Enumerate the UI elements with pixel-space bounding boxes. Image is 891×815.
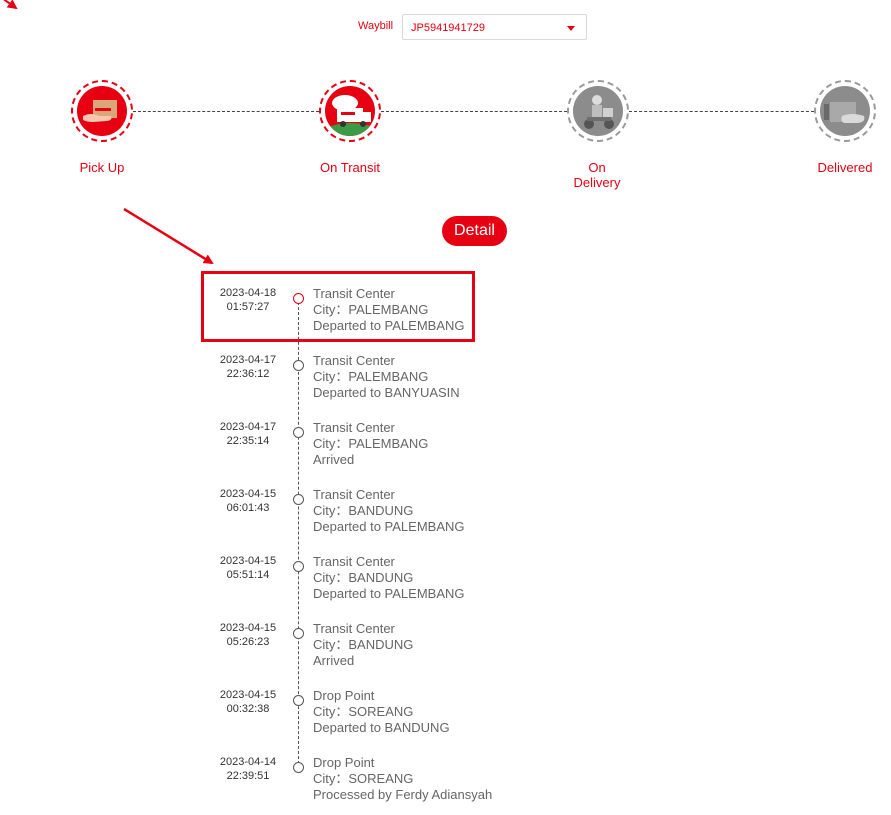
step-pickup bbox=[71, 80, 133, 142]
timeline-dot bbox=[293, 494, 304, 505]
event-status: Departed to BANYUASIN bbox=[313, 385, 460, 400]
event-details: Transit Center City：BANDUNG Departed to … bbox=[313, 554, 465, 602]
event-datetime: 2023-04-15 05:26:23 bbox=[219, 622, 277, 648]
event-city: City：BANDUNG bbox=[313, 503, 414, 518]
event-type: Transit Center bbox=[313, 286, 395, 301]
event-datetime: 2023-04-18 01:57:27 bbox=[219, 287, 277, 313]
event-status: Departed to BANDUNG bbox=[313, 720, 450, 735]
waybill-label: Waybill bbox=[358, 20, 394, 32]
timeline-event: 2023-04-15 05:51:14 Transit Center City：… bbox=[0, 554, 891, 614]
waybill-value: JP5941941729 bbox=[411, 22, 486, 34]
event-datetime: 2023-04-17 22:35:14 bbox=[219, 421, 277, 447]
timeline-event: 2023-04-15 05:26:23 Transit Center City：… bbox=[0, 621, 891, 681]
event-status: Processed by Ferdy Adiansyah bbox=[313, 787, 493, 802]
event-type: Transit Center bbox=[313, 420, 395, 435]
timeline-event: 2023-04-18 01:57:27 Transit Center City：… bbox=[0, 286, 891, 346]
event-status: Arrived bbox=[313, 452, 355, 467]
event-status: Arrived bbox=[313, 653, 355, 668]
event-city: City：BANDUNG bbox=[313, 637, 414, 652]
step-delivery bbox=[567, 80, 629, 142]
event-city: City：PALEMBANG bbox=[313, 436, 429, 451]
truck-icon bbox=[325, 86, 375, 136]
step-delivered bbox=[814, 80, 876, 142]
event-details: Transit Center City：BANDUNG Departed to … bbox=[313, 487, 465, 535]
event-details: Drop Point City：SOREANG Processed by Fer… bbox=[313, 755, 492, 803]
event-datetime: 2023-04-15 00:32:38 bbox=[219, 689, 277, 715]
annotation-arrow-detail bbox=[123, 207, 214, 265]
event-city: City：PALEMBANG bbox=[313, 302, 429, 317]
event-details: Transit Center City：PALEMBANG Departed t… bbox=[313, 353, 460, 401]
timeline-event: 2023-04-14 22:39:51 Drop Point City：SORE… bbox=[0, 755, 891, 815]
event-status: Departed to PALEMBANG bbox=[313, 519, 465, 534]
step-transit bbox=[319, 80, 381, 142]
caret-down-icon[interactable] bbox=[567, 26, 575, 31]
timeline-event: 2023-04-17 22:35:14 Transit Center City：… bbox=[0, 420, 891, 480]
pickup-icon bbox=[77, 86, 127, 136]
timeline-dot bbox=[293, 360, 304, 371]
event-datetime: 2023-04-14 22:39:51 bbox=[219, 756, 277, 782]
detail-button[interactable]: Detail bbox=[442, 216, 507, 246]
step-connector bbox=[381, 111, 567, 112]
timeline-dot bbox=[293, 427, 304, 438]
step-label-delivered: Delivered bbox=[817, 160, 873, 175]
timeline-event: 2023-04-15 00:32:38 Drop Point City：SORE… bbox=[0, 688, 891, 748]
event-city: City：PALEMBANG bbox=[313, 369, 429, 384]
delivered-package-icon bbox=[820, 86, 870, 136]
step-connector bbox=[629, 111, 814, 112]
event-details: Transit Center City：BANDUNG Arrived bbox=[313, 621, 413, 669]
event-status: Departed to PALEMBANG bbox=[313, 318, 465, 333]
step-label-pickup: Pick Up bbox=[79, 160, 125, 175]
event-details: Transit Center City：PALEMBANG Departed t… bbox=[313, 286, 465, 334]
step-connector bbox=[133, 111, 319, 112]
event-city: City：SOREANG bbox=[313, 771, 414, 786]
event-datetime: 2023-04-15 06:01:43 bbox=[219, 488, 277, 514]
step-label-transit: On Transit bbox=[320, 160, 380, 175]
event-type: Transit Center bbox=[313, 487, 395, 502]
event-type: Drop Point bbox=[313, 688, 375, 703]
event-datetime: 2023-04-15 05:51:14 bbox=[219, 555, 277, 581]
event-type: Drop Point bbox=[313, 755, 375, 770]
timeline-dot bbox=[293, 293, 304, 304]
timeline-dot bbox=[293, 628, 304, 639]
event-datetime: 2023-04-17 22:36:12 bbox=[219, 354, 277, 380]
event-status: Departed to PALEMBANG bbox=[313, 586, 465, 601]
event-city: City：BANDUNG bbox=[313, 570, 414, 585]
event-details: Drop Point City：SOREANG Departed to BAND… bbox=[313, 688, 450, 736]
event-type: Transit Center bbox=[313, 353, 395, 368]
timeline-event: 2023-04-15 06:01:43 Transit Center City：… bbox=[0, 487, 891, 547]
event-type: Transit Center bbox=[313, 554, 395, 569]
event-details: Transit Center City：PALEMBANG Arrived bbox=[313, 420, 428, 468]
waybill-select[interactable]: JP5941941729 bbox=[402, 14, 587, 40]
timeline-dot bbox=[293, 695, 304, 706]
step-label-delivery: On Delivery bbox=[573, 160, 621, 190]
annotation-arrow-top-left bbox=[3, 0, 18, 10]
event-city: City：SOREANG bbox=[313, 704, 414, 719]
timeline-dot bbox=[293, 561, 304, 572]
event-type: Transit Center bbox=[313, 621, 395, 636]
timeline-dot bbox=[293, 762, 304, 773]
timeline-event: 2023-04-17 22:36:12 Transit Center City：… bbox=[0, 353, 891, 413]
delivery-scooter-icon bbox=[573, 86, 623, 136]
